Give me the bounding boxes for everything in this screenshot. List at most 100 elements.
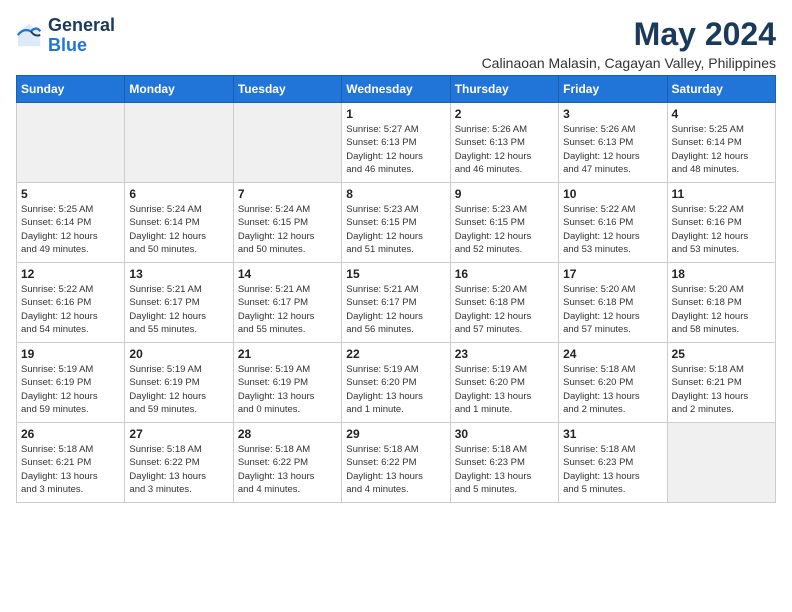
- day-info: Sunrise: 5:18 AM Sunset: 6:21 PM Dayligh…: [672, 363, 771, 416]
- day-info: Sunrise: 5:26 AM Sunset: 6:13 PM Dayligh…: [455, 123, 554, 176]
- day-info: Sunrise: 5:19 AM Sunset: 6:20 PM Dayligh…: [346, 363, 445, 416]
- day-info: Sunrise: 5:27 AM Sunset: 6:13 PM Dayligh…: [346, 123, 445, 176]
- calendar-day-cell: 22 Sunrise: 5:19 AM Sunset: 6:20 PM Dayli…: [342, 343, 450, 423]
- day-info: Sunrise: 5:25 AM Sunset: 6:14 PM Dayligh…: [21, 203, 120, 256]
- day-info: Sunrise: 5:21 AM Sunset: 6:17 PM Dayligh…: [346, 283, 445, 336]
- day-number: 1: [346, 107, 445, 121]
- day-info: Sunrise: 5:23 AM Sunset: 6:15 PM Dayligh…: [455, 203, 554, 256]
- day-info: Sunrise: 5:21 AM Sunset: 6:17 PM Dayligh…: [129, 283, 228, 336]
- day-number: 12: [21, 267, 120, 281]
- day-number: 31: [563, 427, 662, 441]
- calendar-day-cell: 10 Sunrise: 5:22 AM Sunset: 6:16 PM Dayli…: [559, 183, 667, 263]
- title-block: May 2024 Calinaoan Malasin, Cagayan Vall…: [482, 16, 776, 71]
- logo: General Blue: [16, 16, 115, 56]
- day-number: 18: [672, 267, 771, 281]
- day-info: Sunrise: 5:18 AM Sunset: 6:22 PM Dayligh…: [346, 443, 445, 496]
- day-number: 10: [563, 187, 662, 201]
- day-info: Sunrise: 5:18 AM Sunset: 6:23 PM Dayligh…: [563, 443, 662, 496]
- page-header: General Blue May 2024 Calinaoan Malasin,…: [16, 16, 776, 71]
- calendar-day-cell: 20 Sunrise: 5:19 AM Sunset: 6:19 PM Dayli…: [125, 343, 233, 423]
- weekday-header: Wednesday: [342, 76, 450, 103]
- day-number: 15: [346, 267, 445, 281]
- calendar-day-cell: [125, 103, 233, 183]
- day-number: 6: [129, 187, 228, 201]
- calendar-day-cell: 15 Sunrise: 5:21 AM Sunset: 6:17 PM Dayli…: [342, 263, 450, 343]
- calendar-day-cell: 31 Sunrise: 5:18 AM Sunset: 6:23 PM Dayli…: [559, 423, 667, 503]
- day-info: Sunrise: 5:19 AM Sunset: 6:19 PM Dayligh…: [129, 363, 228, 416]
- day-info: Sunrise: 5:20 AM Sunset: 6:18 PM Dayligh…: [672, 283, 771, 336]
- calendar-week-row: 26Sunrise: 5:18 AM Sunset: 6:21 PM Dayli…: [17, 423, 776, 503]
- day-info: Sunrise: 5:21 AM Sunset: 6:17 PM Dayligh…: [238, 283, 337, 336]
- calendar-week-row: 19 Sunrise: 5:19 AM Sunset: 6:19 PM Dayli…: [17, 343, 776, 423]
- day-info: Sunrise: 5:18 AM Sunset: 6:22 PM Dayligh…: [129, 443, 228, 496]
- calendar-day-cell: 8Sunrise: 5:23 AM Sunset: 6:15 PM Daylig…: [342, 183, 450, 263]
- calendar-day-cell: 13 Sunrise: 5:21 AM Sunset: 6:17 PM Dayli…: [125, 263, 233, 343]
- month-title: May 2024: [482, 16, 776, 53]
- day-info: Sunrise: 5:24 AM Sunset: 6:15 PM Dayligh…: [238, 203, 337, 256]
- calendar-day-cell: 5 Sunrise: 5:25 AM Sunset: 6:14 PM Daylig…: [17, 183, 125, 263]
- calendar-day-cell: 6 Sunrise: 5:24 AM Sunset: 6:14 PM Daylig…: [125, 183, 233, 263]
- day-info: Sunrise: 5:22 AM Sunset: 6:16 PM Dayligh…: [672, 203, 771, 256]
- calendar-body: 1 Sunrise: 5:27 AM Sunset: 6:13 PM Daylig…: [17, 103, 776, 503]
- day-info: Sunrise: 5:19 AM Sunset: 6:19 PM Dayligh…: [238, 363, 337, 416]
- weekday-header: Thursday: [450, 76, 558, 103]
- location: Calinaoan Malasin, Cagayan Valley, Phili…: [482, 55, 776, 71]
- calendar-day-cell: 23Sunrise: 5:19 AM Sunset: 6:20 PM Dayli…: [450, 343, 558, 423]
- weekday-header: Friday: [559, 76, 667, 103]
- calendar-day-cell: 24 Sunrise: 5:18 AM Sunset: 6:20 PM Dayli…: [559, 343, 667, 423]
- calendar-day-cell: 18 Sunrise: 5:20 AM Sunset: 6:18 PM Dayli…: [667, 263, 775, 343]
- day-info: Sunrise: 5:24 AM Sunset: 6:14 PM Dayligh…: [129, 203, 228, 256]
- calendar-week-row: 12 Sunrise: 5:22 AM Sunset: 6:16 PM Dayli…: [17, 263, 776, 343]
- calendar-day-cell: 12 Sunrise: 5:22 AM Sunset: 6:16 PM Dayli…: [17, 263, 125, 343]
- day-number: 14: [238, 267, 337, 281]
- day-number: 24: [563, 347, 662, 361]
- day-info: Sunrise: 5:25 AM Sunset: 6:14 PM Dayligh…: [672, 123, 771, 176]
- day-info: Sunrise: 5:18 AM Sunset: 6:20 PM Dayligh…: [563, 363, 662, 416]
- calendar-header: SundayMondayTuesdayWednesdayThursdayFrid…: [17, 76, 776, 103]
- day-number: 19: [21, 347, 120, 361]
- calendar-day-cell: [667, 423, 775, 503]
- day-number: 8: [346, 187, 445, 201]
- calendar-day-cell: 14 Sunrise: 5:21 AM Sunset: 6:17 PM Dayli…: [233, 263, 341, 343]
- calendar-day-cell: 2 Sunrise: 5:26 AM Sunset: 6:13 PM Daylig…: [450, 103, 558, 183]
- day-number: 16: [455, 267, 554, 281]
- calendar-day-cell: 3Sunrise: 5:26 AM Sunset: 6:13 PM Daylig…: [559, 103, 667, 183]
- day-info: Sunrise: 5:18 AM Sunset: 6:23 PM Dayligh…: [455, 443, 554, 496]
- day-number: 20: [129, 347, 228, 361]
- calendar-week-row: 1 Sunrise: 5:27 AM Sunset: 6:13 PM Daylig…: [17, 103, 776, 183]
- weekday-header: Monday: [125, 76, 233, 103]
- day-number: 7: [238, 187, 337, 201]
- calendar-day-cell: 17Sunrise: 5:20 AM Sunset: 6:18 PM Dayli…: [559, 263, 667, 343]
- day-info: Sunrise: 5:22 AM Sunset: 6:16 PM Dayligh…: [563, 203, 662, 256]
- calendar-week-row: 5 Sunrise: 5:25 AM Sunset: 6:14 PM Daylig…: [17, 183, 776, 263]
- day-number: 4: [672, 107, 771, 121]
- day-info: Sunrise: 5:18 AM Sunset: 6:21 PM Dayligh…: [21, 443, 120, 496]
- calendar-day-cell: 7 Sunrise: 5:24 AM Sunset: 6:15 PM Daylig…: [233, 183, 341, 263]
- day-number: 27: [129, 427, 228, 441]
- day-info: Sunrise: 5:19 AM Sunset: 6:19 PM Dayligh…: [21, 363, 120, 416]
- day-number: 13: [129, 267, 228, 281]
- calendar-day-cell: 19 Sunrise: 5:19 AM Sunset: 6:19 PM Dayli…: [17, 343, 125, 423]
- calendar-day-cell: 27 Sunrise: 5:18 AM Sunset: 6:22 PM Dayli…: [125, 423, 233, 503]
- day-info: Sunrise: 5:20 AM Sunset: 6:18 PM Dayligh…: [563, 283, 662, 336]
- calendar-day-cell: 1 Sunrise: 5:27 AM Sunset: 6:13 PM Daylig…: [342, 103, 450, 183]
- logo-icon: [16, 22, 44, 50]
- calendar-day-cell: 25Sunrise: 5:18 AM Sunset: 6:21 PM Dayli…: [667, 343, 775, 423]
- day-number: 23: [455, 347, 554, 361]
- day-number: 5: [21, 187, 120, 201]
- day-number: 9: [455, 187, 554, 201]
- day-number: 11: [672, 187, 771, 201]
- day-number: 22: [346, 347, 445, 361]
- calendar-day-cell: 16 Sunrise: 5:20 AM Sunset: 6:18 PM Dayli…: [450, 263, 558, 343]
- calendar-day-cell: 26Sunrise: 5:18 AM Sunset: 6:21 PM Dayli…: [17, 423, 125, 503]
- day-info: Sunrise: 5:26 AM Sunset: 6:13 PM Dayligh…: [563, 123, 662, 176]
- day-info: Sunrise: 5:18 AM Sunset: 6:22 PM Dayligh…: [238, 443, 337, 496]
- day-info: Sunrise: 5:20 AM Sunset: 6:18 PM Dayligh…: [455, 283, 554, 336]
- calendar-day-cell: 29Sunrise: 5:18 AM Sunset: 6:22 PM Dayli…: [342, 423, 450, 503]
- calendar-day-cell: 11 Sunrise: 5:22 AM Sunset: 6:16 PM Dayli…: [667, 183, 775, 263]
- day-info: Sunrise: 5:22 AM Sunset: 6:16 PM Dayligh…: [21, 283, 120, 336]
- day-number: 2: [455, 107, 554, 121]
- weekday-header: Sunday: [17, 76, 125, 103]
- calendar-day-cell: [17, 103, 125, 183]
- day-number: 21: [238, 347, 337, 361]
